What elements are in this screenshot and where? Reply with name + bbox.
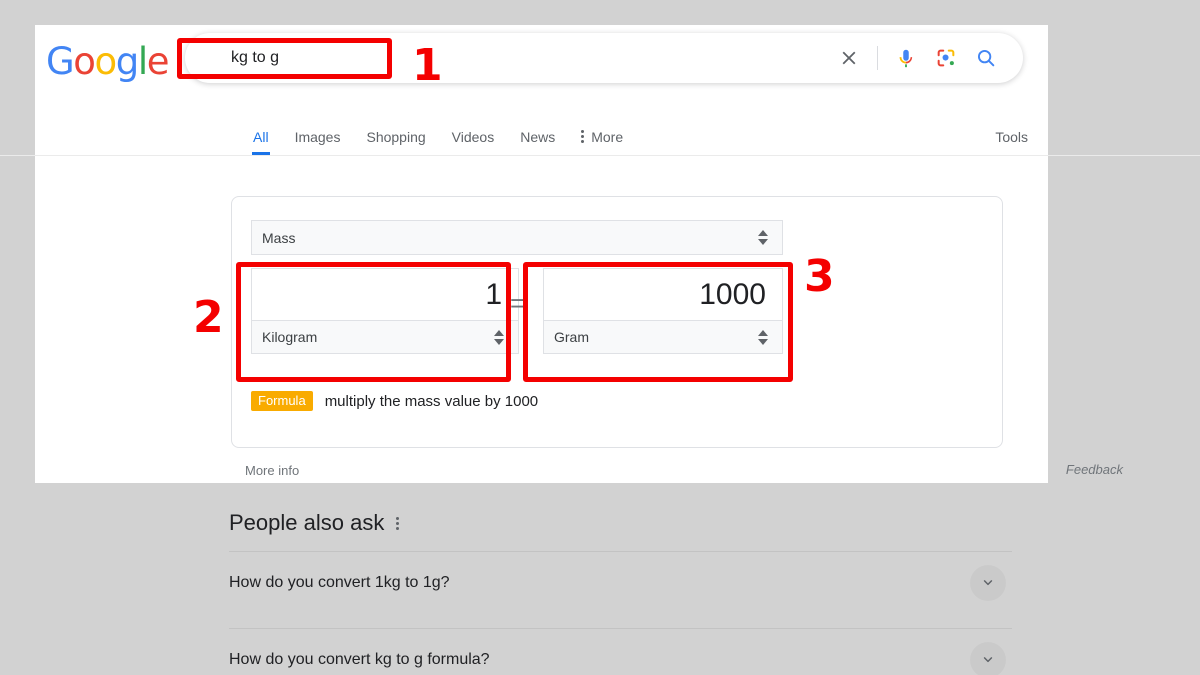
logo-letter-e: e bbox=[147, 40, 168, 83]
chevron-down-icon[interactable] bbox=[970, 565, 1006, 601]
to-unit-value: Gram bbox=[544, 329, 752, 345]
search-submit-button[interactable] bbox=[966, 38, 1006, 78]
from-unit-stepper-icon bbox=[488, 321, 510, 353]
to-unit-stepper-icon bbox=[752, 321, 774, 353]
equals-sign: = bbox=[510, 290, 525, 316]
search-bar[interactable]: kg to g bbox=[185, 33, 1023, 83]
logo-letter-l: l bbox=[138, 40, 147, 83]
to-value-input[interactable]: 1000 bbox=[543, 268, 783, 320]
chevron-down-icon[interactable] bbox=[970, 642, 1006, 675]
category-select[interactable]: Mass bbox=[251, 220, 783, 255]
nav-tabs: All Images Shopping Videos News More bbox=[240, 118, 636, 155]
search-actions bbox=[829, 33, 1006, 83]
tab-more-label: More bbox=[591, 129, 623, 145]
lens-search-button[interactable] bbox=[926, 38, 966, 78]
logo-letter-g2: g bbox=[116, 40, 138, 83]
nav-separator bbox=[0, 155, 1200, 156]
from-unit-select[interactable]: Kilogram bbox=[251, 320, 519, 354]
annotation-label-1: 1 bbox=[412, 44, 443, 88]
screenshot-root: Google kg to g bbox=[0, 0, 1200, 675]
google-logo[interactable]: Google bbox=[46, 40, 168, 84]
paa-question-2-text: How do you convert kg to g formula? bbox=[229, 651, 490, 669]
actions-divider bbox=[877, 46, 878, 70]
tab-videos-label: Videos bbox=[452, 129, 495, 145]
logo-letter-o1: o bbox=[73, 40, 94, 83]
to-unit-select[interactable]: Gram bbox=[543, 320, 783, 354]
tab-shopping-label: Shopping bbox=[366, 129, 425, 145]
to-group: 1000 Gram bbox=[543, 268, 783, 354]
tab-news-label: News bbox=[520, 129, 555, 145]
more-vertical-icon bbox=[581, 130, 584, 143]
from-value-input[interactable]: 1 bbox=[251, 268, 519, 320]
people-also-ask-menu-icon[interactable] bbox=[396, 517, 399, 530]
search-icon bbox=[975, 47, 997, 69]
people-also-ask-title: People also ask bbox=[229, 510, 384, 536]
from-unit-value: Kilogram bbox=[252, 329, 488, 345]
logo-letter-o2: o bbox=[95, 40, 116, 83]
tab-images-label: Images bbox=[295, 129, 341, 145]
paa-question-2[interactable]: How do you convert kg to g formula? bbox=[229, 629, 1012, 675]
paa-question-1[interactable]: How do you convert 1kg to 1g? bbox=[229, 552, 1012, 613]
search-input[interactable]: kg to g bbox=[231, 47, 279, 69]
google-lens-icon bbox=[935, 47, 957, 69]
tab-news[interactable]: News bbox=[507, 118, 568, 155]
annotation-label-2: 2 bbox=[193, 296, 224, 340]
people-also-ask-section: People also ask How do you convert 1kg t… bbox=[229, 510, 1012, 675]
voice-search-button[interactable] bbox=[886, 38, 926, 78]
category-select-value: Mass bbox=[252, 230, 752, 246]
feedback-link[interactable]: Feedback bbox=[1066, 462, 1123, 477]
more-info-link[interactable]: More info bbox=[245, 463, 299, 478]
paa-question-1-text: How do you convert 1kg to 1g? bbox=[229, 574, 450, 592]
annotation-label-3: 3 bbox=[804, 255, 835, 299]
category-stepper-icon bbox=[752, 221, 774, 254]
close-icon bbox=[838, 47, 860, 69]
microphone-icon bbox=[895, 47, 917, 69]
tab-videos[interactable]: Videos bbox=[439, 118, 508, 155]
unit-converter-card: Mass 1 Kilogram 1000 Gram bbox=[231, 196, 1003, 448]
tab-images[interactable]: Images bbox=[282, 118, 354, 155]
logo-letter-g1: G bbox=[46, 40, 73, 83]
formula-text: multiply the mass value by 1000 bbox=[325, 393, 538, 410]
tab-more[interactable]: More bbox=[568, 118, 636, 155]
tab-shopping[interactable]: Shopping bbox=[353, 118, 438, 155]
people-also-ask-header: People also ask bbox=[229, 510, 1012, 536]
formula-badge: Formula bbox=[251, 391, 313, 411]
formula-row: Formula multiply the mass value by 1000 bbox=[251, 391, 538, 411]
tools-button[interactable]: Tools bbox=[995, 118, 1028, 155]
clear-search-button[interactable] bbox=[829, 38, 869, 78]
tab-all-label: All bbox=[253, 129, 269, 145]
results-nav: All Images Shopping Videos News More Too… bbox=[35, 118, 1048, 155]
tab-all[interactable]: All bbox=[240, 118, 282, 155]
from-group: 1 Kilogram bbox=[251, 268, 519, 354]
